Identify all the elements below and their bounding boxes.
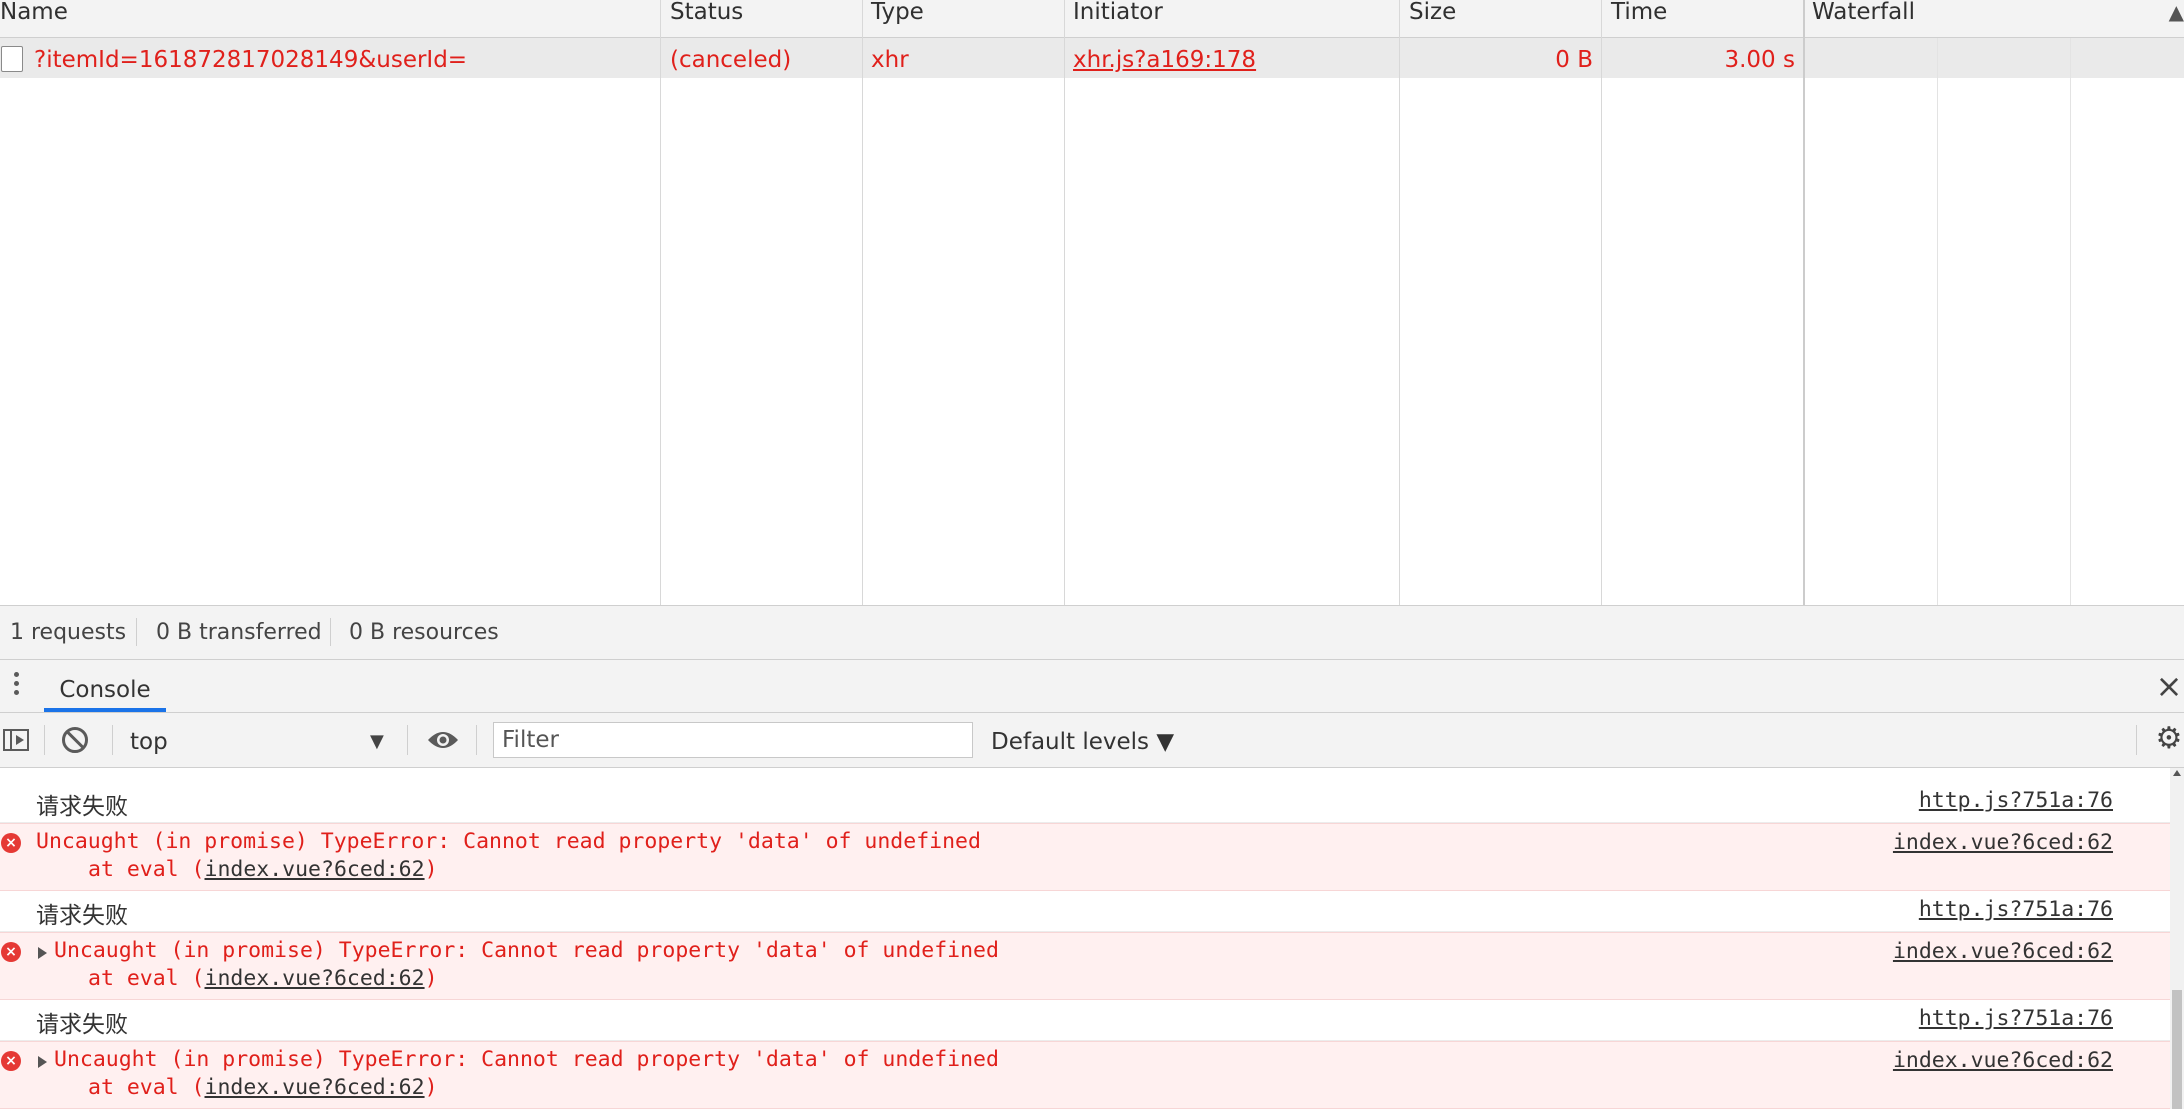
console-log-message: 请求失败 http.js?751a:76 [0, 891, 2170, 932]
close-drawer-icon[interactable]: × [2154, 668, 2184, 704]
stack-trace-line: at eval (index.vue?6ced:62) [88, 1075, 438, 1100]
table-row[interactable]: ?itemId=161872817028149&userId= (cancele… [0, 38, 1804, 78]
javascript-context-select[interactable]: top [130, 723, 390, 757]
source-link[interactable]: index.vue?6ced:62 [1893, 939, 2113, 964]
column-header-name[interactable]: Name [0, 0, 68, 37]
divider [2136, 725, 2137, 755]
column-header-type[interactable]: Type [871, 0, 924, 37]
source-link[interactable]: index.vue?6ced:62 [1893, 1048, 2113, 1073]
gear-icon[interactable]: ⚙ [2154, 724, 2184, 754]
divider [112, 725, 113, 755]
stack-suffix: ) [424, 966, 438, 991]
log-text: 请求失败 [36, 794, 128, 820]
request-type: xhr [871, 47, 909, 73]
column-header-size[interactable]: Size [1409, 0, 1456, 37]
column-divider[interactable] [1803, 0, 1805, 605]
error-text: Uncaught (in promise) TypeError: Cannot … [36, 829, 981, 854]
row-checkbox[interactable] [1, 46, 23, 72]
drawer-tab-bar: Console × [0, 660, 2184, 713]
console-toolbar: top ▼ Default levels ▼ ⚙ [0, 713, 2184, 768]
column-divider[interactable] [1601, 0, 1602, 605]
scroll-up-arrow-icon[interactable] [2173, 770, 2181, 776]
column-header-status[interactable]: Status [670, 0, 743, 37]
console-log-message: 请求失败 http.js?751a:76 [0, 782, 2170, 823]
summary-resources: 0 B resources [349, 620, 499, 645]
stack-trace-line: at eval (index.vue?6ced:62) [88, 857, 438, 882]
filter-input[interactable] [502, 723, 962, 757]
waterfall-gridline [1937, 38, 1938, 605]
console-error-message: × Uncaught (in promise) TypeError: Canno… [0, 823, 2170, 891]
divider [136, 618, 137, 646]
source-link[interactable]: http.js?751a:76 [1919, 897, 2113, 922]
stack-suffix: ) [424, 1075, 438, 1100]
error-icon: × [1, 1051, 21, 1071]
request-status: (canceled) [670, 47, 792, 73]
request-name[interactable]: ?itemId=161872817028149&userId= [34, 38, 467, 78]
console-message-partial [0, 768, 2170, 783]
log-levels-dropdown[interactable]: Default levels ▼ [991, 723, 1174, 761]
log-text: 请求失败 [36, 1012, 128, 1038]
console-error-message[interactable]: × Uncaught (in promise) TypeError: Canno… [0, 932, 2170, 1000]
waterfall-gridline [2070, 38, 2071, 605]
network-summary-bar: 1 requests 0 B transferred 0 B resources [0, 605, 2184, 660]
more-tools-kebab-icon[interactable] [14, 672, 20, 702]
summary-requests: 1 requests [10, 620, 127, 645]
source-link[interactable]: http.js?751a:76 [1919, 1006, 2113, 1031]
filter-field[interactable] [493, 722, 973, 758]
stack-prefix: at eval ( [88, 1075, 205, 1100]
console-error-message[interactable]: × Uncaught (in promise) TypeError: Canno… [0, 1041, 2170, 1109]
console-messages: 请求失败 http.js?751a:76 × Uncaught (in prom… [0, 768, 2170, 1109]
error-text: Uncaught (in promise) TypeError: Cannot … [54, 938, 999, 963]
column-divider[interactable] [862, 0, 863, 605]
error-icon: × [1, 942, 21, 962]
scrollbar-thumb[interactable] [2172, 990, 2182, 1109]
network-requests-table: Name Status Type Initiator Size Time Wat… [0, 0, 2184, 605]
stack-prefix: at eval ( [88, 966, 205, 991]
initiator-link[interactable]: xhr.js?a169:178 [1073, 47, 1256, 73]
column-divider[interactable] [660, 0, 661, 605]
column-divider[interactable] [1064, 0, 1065, 605]
expand-triangle-icon[interactable] [38, 947, 47, 959]
request-time: 3.00 s [1724, 47, 1795, 73]
divider [330, 618, 331, 646]
console-log-message: 请求失败 http.js?751a:76 [0, 1000, 2170, 1041]
expand-triangle-icon[interactable] [38, 1056, 47, 1068]
column-header-initiator[interactable]: Initiator [1073, 0, 1163, 37]
tab-console[interactable]: Console [44, 660, 166, 712]
sort-ascending-icon[interactable]: ▲ [2169, 0, 2184, 24]
stack-trace-line: at eval (index.vue?6ced:62) [88, 966, 438, 991]
summary-transferred: 0 B transferred [156, 620, 322, 645]
clear-console-icon[interactable] [62, 727, 88, 753]
source-link[interactable]: index.vue?6ced:62 [1893, 830, 2113, 855]
divider [44, 725, 45, 755]
table-header: Name Status Type Initiator Size Time Wat… [0, 0, 2184, 38]
column-divider[interactable] [1399, 0, 1400, 605]
active-tab-indicator [44, 708, 166, 712]
log-text: 请求失败 [36, 903, 128, 929]
error-text: Uncaught (in promise) TypeError: Cannot … [54, 1047, 999, 1072]
divider [407, 725, 408, 755]
console-scrollbar[interactable] [2170, 768, 2184, 1109]
column-header-time[interactable]: Time [1611, 0, 1667, 37]
request-size: 0 B [1555, 47, 1593, 73]
error-icon: × [1, 833, 21, 853]
chevron-down-icon[interactable]: ▼ [370, 723, 384, 761]
source-link[interactable]: http.js?751a:76 [1919, 788, 2113, 813]
divider [476, 725, 477, 755]
waterfall-cell [1804, 38, 2184, 78]
stack-link[interactable]: index.vue?6ced:62 [205, 857, 425, 882]
stack-link[interactable]: index.vue?6ced:62 [205, 966, 425, 991]
request-initiator-link[interactable]: xhr.js?a169:178 [1073, 38, 1256, 78]
stack-suffix: ) [424, 857, 438, 882]
column-header-waterfall[interactable]: Waterfall [1812, 0, 1915, 37]
show-console-sidebar-icon[interactable] [3, 729, 29, 751]
stack-link[interactable]: index.vue?6ced:62 [205, 1075, 425, 1100]
stack-prefix: at eval ( [88, 857, 205, 882]
live-expression-eye-icon[interactable] [427, 730, 459, 750]
